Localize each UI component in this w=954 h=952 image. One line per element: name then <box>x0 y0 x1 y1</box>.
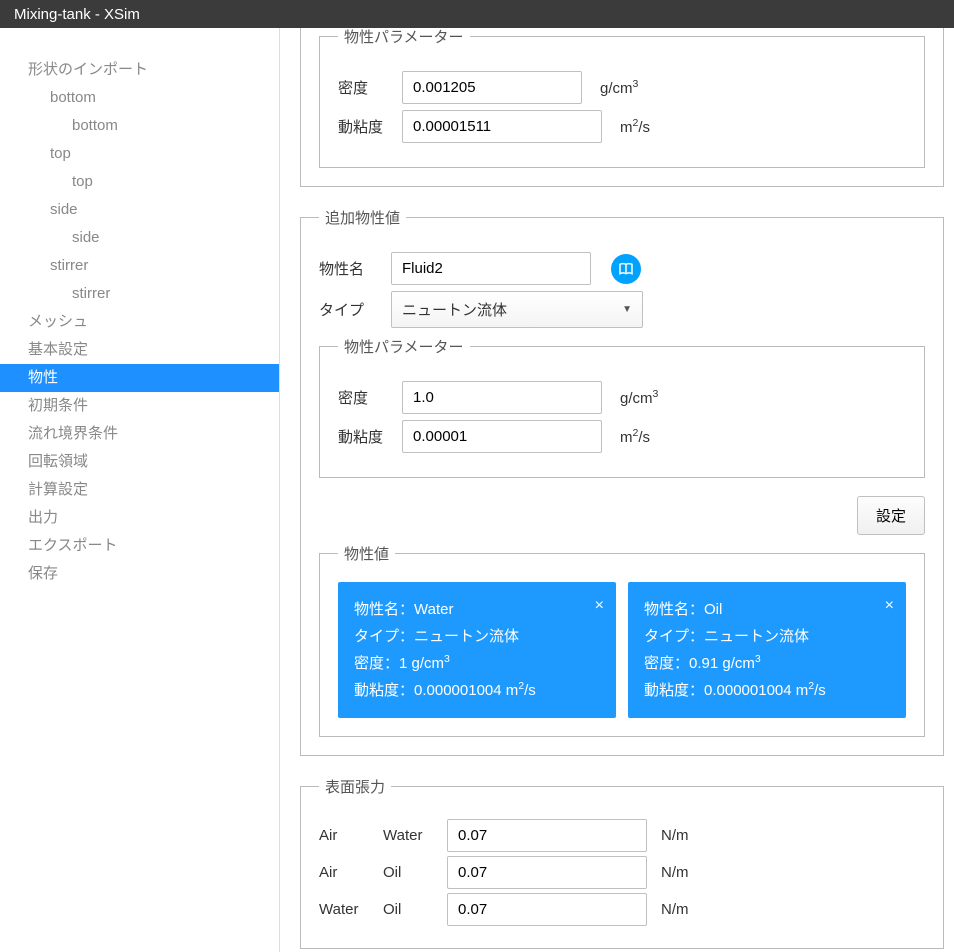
set-button[interactable]: 設定 <box>857 496 925 535</box>
additional-props-fieldset: 追加物性値 物性名 タイプ ニュートン流体 ▼ 物 <box>300 207 944 756</box>
card-density: 密度：0.91 g/cm3 <box>644 650 890 677</box>
card-type: タイプ：ニュートン流体 <box>354 623 600 650</box>
sidebar-item-3[interactable]: top <box>0 140 279 168</box>
sidebar-item-7[interactable]: stirrer <box>0 252 279 280</box>
tension-row-0: Air Water N/m <box>319 819 925 852</box>
prop-name-input[interactable] <box>391 252 591 285</box>
top-partial-panel: 物性パラメーター 密度 g/cm3 動粘度 m2/s <box>300 28 944 187</box>
tension-input-1[interactable] <box>447 856 647 889</box>
sidebar-item-16[interactable]: 出力 <box>0 504 279 532</box>
card-name: 物性名：Oil <box>644 596 890 623</box>
main-container: 形状のインポートbottombottomtoptopsidesidestirre… <box>0 28 954 952</box>
sidebar: 形状のインポートbottombottomtoptopsidesidestirre… <box>0 28 280 952</box>
legend-props-cards: 物性値 <box>338 543 395 564</box>
sidebar-item-9[interactable]: メッシュ <box>0 308 279 336</box>
prop-type-value: ニュートン流体 <box>402 299 507 320</box>
card-close-icon[interactable]: × <box>885 592 894 621</box>
chevron-down-icon: ▼ <box>622 304 632 315</box>
cards-container: ×物性名：Waterタイプ：ニュートン流体密度：1 g/cm3動粘度：0.000… <box>338 582 906 718</box>
viscosity-input-1[interactable] <box>402 110 602 143</box>
tension-unit: N/m <box>661 864 689 881</box>
tension-row-2: Water Oil N/m <box>319 893 925 926</box>
sidebar-item-12[interactable]: 初期条件 <box>0 392 279 420</box>
tension-pair1: Air <box>319 827 375 844</box>
sidebar-item-6[interactable]: side <box>0 224 279 252</box>
density-input-1[interactable] <box>402 71 582 104</box>
card-viscosity: 動粘度：0.000001004 m2/s <box>354 677 600 704</box>
sidebar-item-18[interactable]: 保存 <box>0 560 279 588</box>
viscosity-input-2[interactable] <box>402 420 602 453</box>
legend-additional-props: 追加物性値 <box>319 207 406 228</box>
sidebar-item-17[interactable]: エクスポート <box>0 532 279 560</box>
sidebar-item-14[interactable]: 回転領域 <box>0 448 279 476</box>
viscosity-label-2: 動粘度 <box>338 426 390 447</box>
prop-type-select[interactable]: ニュートン流体 ▼ <box>391 291 643 328</box>
phys-param-fieldset-2: 物性パラメーター 密度 g/cm3 動粘度 m2/s <box>319 336 925 478</box>
props-cards-fieldset: 物性値 ×物性名：Waterタイプ：ニュートン流体密度：1 g/cm3動粘度：0… <box>319 543 925 737</box>
legend-phys-param-1: 物性パラメーター <box>338 28 470 47</box>
property-card-1: ×物性名：Oilタイプ：ニュートン流体密度：0.91 g/cm3動粘度：0.00… <box>628 582 906 718</box>
prop-type-label: タイプ <box>319 299 379 320</box>
tension-row-1: Air Oil N/m <box>319 856 925 889</box>
viscosity-unit-1: m2/s <box>620 117 650 136</box>
viscosity-label-1: 動粘度 <box>338 116 390 137</box>
card-viscosity: 動粘度：0.000001004 m2/s <box>644 677 890 704</box>
tension-unit: N/m <box>661 827 689 844</box>
tension-pair1: Water <box>319 901 375 918</box>
sidebar-item-8[interactable]: stirrer <box>0 280 279 308</box>
legend-surface-tension: 表面張力 <box>319 776 391 797</box>
tension-input-0[interactable] <box>447 819 647 852</box>
legend-phys-param-2: 物性パラメーター <box>338 336 470 357</box>
density-unit-2: g/cm3 <box>620 388 658 407</box>
library-icon[interactable] <box>611 254 641 284</box>
viscosity-unit-2: m2/s <box>620 427 650 446</box>
card-type: タイプ：ニュートン流体 <box>644 623 890 650</box>
card-density: 密度：1 g/cm3 <box>354 650 600 677</box>
tension-unit: N/m <box>661 901 689 918</box>
window-title-bar: Mixing-tank - XSim <box>0 0 954 28</box>
tension-pair2: Oil <box>383 901 439 918</box>
density-unit-1: g/cm3 <box>600 78 638 97</box>
property-card-0: ×物性名：Waterタイプ：ニュートン流体密度：1 g/cm3動粘度：0.000… <box>338 582 616 718</box>
sidebar-item-13[interactable]: 流れ境界条件 <box>0 420 279 448</box>
prop-name-label: 物性名 <box>319 258 379 279</box>
sidebar-item-1[interactable]: bottom <box>0 84 279 112</box>
tension-pair2: Water <box>383 827 439 844</box>
sidebar-item-11[interactable]: 物性 <box>0 364 279 392</box>
sidebar-item-15[interactable]: 計算設定 <box>0 476 279 504</box>
sidebar-item-4[interactable]: top <box>0 168 279 196</box>
tension-input-2[interactable] <box>447 893 647 926</box>
card-close-icon[interactable]: × <box>595 592 604 621</box>
sidebar-item-2[interactable]: bottom <box>0 112 279 140</box>
sidebar-item-10[interactable]: 基本設定 <box>0 336 279 364</box>
surface-tension-fieldset: 表面張力 Air Water N/m Air Oil N/m Water Oil N/m <box>300 776 944 949</box>
card-name: 物性名：Water <box>354 596 600 623</box>
main-panel: 物性パラメーター 密度 g/cm3 動粘度 m2/s 追加物性値 物性名 <box>280 28 954 952</box>
tension-pair1: Air <box>319 864 375 881</box>
density-label-2: 密度 <box>338 387 390 408</box>
density-input-2[interactable] <box>402 381 602 414</box>
nav-tree: 形状のインポートbottombottomtoptopsidesidestirre… <box>0 56 279 588</box>
sidebar-item-5[interactable]: side <box>0 196 279 224</box>
density-label-1: 密度 <box>338 77 390 98</box>
tension-pair2: Oil <box>383 864 439 881</box>
phys-param-fieldset-1: 物性パラメーター 密度 g/cm3 動粘度 m2/s <box>319 28 925 168</box>
sidebar-item-0[interactable]: 形状のインポート <box>0 56 279 84</box>
window-title: Mixing-tank - XSim <box>14 6 140 23</box>
